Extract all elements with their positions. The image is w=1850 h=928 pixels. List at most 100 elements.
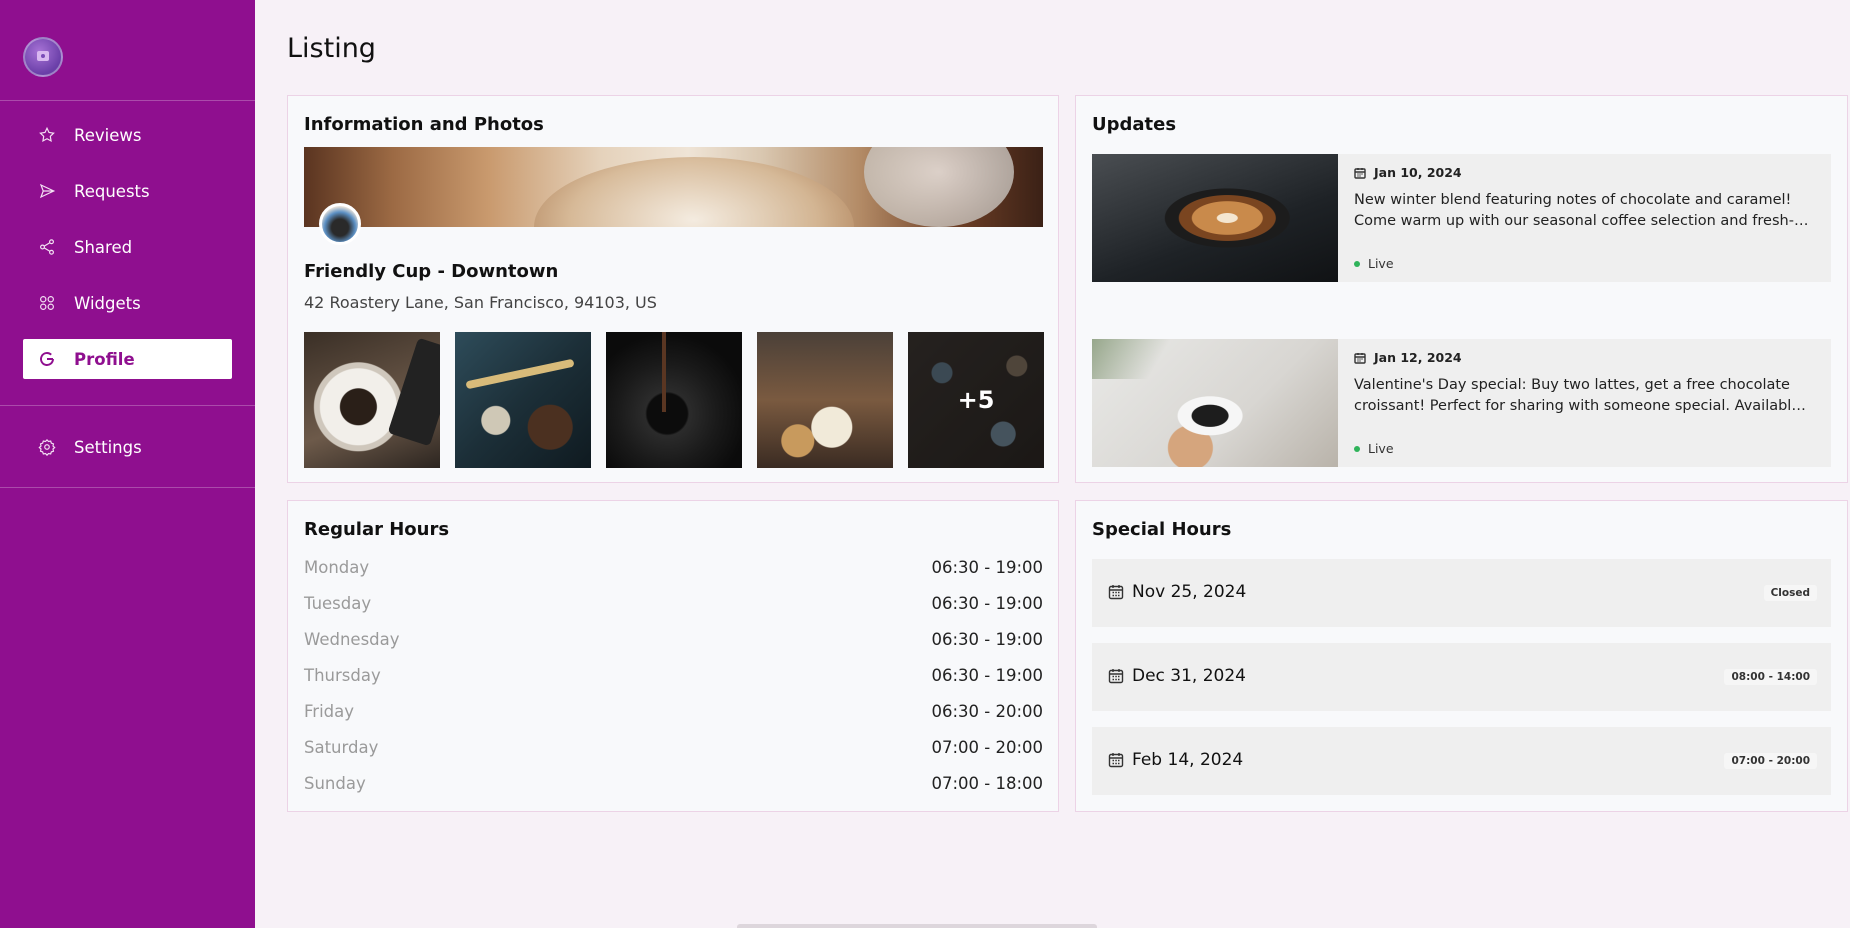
main-content: Listing Information and Photos Friendly … (255, 0, 1850, 928)
day-label: Monday (304, 558, 370, 577)
time-range: 06:30 - 19:00 (931, 594, 1043, 613)
hours-badge: 07:00 - 20:00 (1724, 753, 1817, 769)
update-date-text: Jan 10, 2024 (1374, 165, 1462, 180)
photo-thumbnail[interactable] (606, 332, 742, 468)
status-badge: Live (1354, 256, 1394, 271)
update-date-text: Jan 12, 2024 (1374, 350, 1462, 365)
update-date: Jan 12, 2024 (1354, 350, 1462, 365)
hours-row: Tuesday 06:30 - 19:00 (304, 594, 1043, 630)
update-date: Jan 10, 2024 (1354, 165, 1462, 180)
status-label: Live (1368, 441, 1394, 456)
sidebar-item-label: Settings (74, 437, 142, 457)
hours-badge: 08:00 - 14:00 (1724, 669, 1817, 685)
hours-row: Saturday 07:00 - 20:00 (304, 738, 1043, 774)
sidebar-item-reviews[interactable]: Reviews (23, 115, 232, 155)
calendar-icon (1108, 669, 1124, 684)
special-date: Dec 31, 2024 (1108, 666, 1246, 686)
sidebar-item-label: Reviews (74, 125, 142, 145)
business-name: Friendly Cup - Downtown (304, 261, 559, 282)
cover-photo[interactable] (304, 147, 1043, 227)
star-icon (37, 125, 57, 145)
hours-row: Monday 06:30 - 19:00 (304, 558, 1043, 594)
updates-card: Updates Jan 10, 2024 New winter blend fe… (1075, 95, 1848, 483)
logo-area (0, 0, 255, 101)
status-label: Live (1368, 256, 1394, 271)
photo-thumbnail[interactable] (455, 332, 591, 468)
time-range: 06:30 - 20:00 (931, 702, 1043, 721)
widgets-icon (37, 293, 57, 313)
update-text: Valentine's Day special: Buy two lattes,… (1354, 377, 1801, 414)
time-range: 07:00 - 18:00 (931, 774, 1043, 793)
sidebar-item-label: Requests (74, 181, 150, 201)
hours-row: Thursday 06:30 - 19:00 (304, 666, 1043, 702)
status-badge: Live (1354, 441, 1394, 456)
app-logo[interactable] (23, 37, 63, 77)
status-badge: Closed (1763, 585, 1817, 601)
day-label: Thursday (304, 666, 381, 685)
send-icon (37, 181, 57, 201)
sidebar-nav-secondary: Settings (0, 406, 255, 488)
sidebar: Reviews Requests Shared Widgets Profile … (0, 0, 255, 928)
photo-thumbnail[interactable] (757, 332, 893, 468)
gear-icon (37, 437, 57, 457)
status-dot (1354, 260, 1360, 267)
card-title: Information and Photos (304, 114, 544, 135)
sidebar-item-requests[interactable]: Requests (23, 171, 232, 211)
special-date: Nov 25, 2024 (1108, 582, 1246, 602)
update-image (1092, 154, 1338, 282)
page-title: Listing (287, 33, 376, 64)
update-image (1092, 339, 1338, 467)
time-range: 07:00 - 20:00 (931, 738, 1043, 757)
special-hours-item[interactable]: Dec 31, 2024 08:00 - 14:00 (1092, 643, 1831, 711)
calendar-icon (1108, 753, 1124, 768)
hours-row: Sunday 07:00 - 18:00 (304, 774, 1043, 810)
update-text: New winter blend featuring notes of choc… (1354, 192, 1794, 229)
special-date: Feb 14, 2024 (1108, 750, 1243, 770)
sidebar-nav: Reviews Requests Shared Widgets Profile (0, 101, 255, 406)
sidebar-item-settings[interactable]: Settings (23, 427, 232, 467)
time-range: 06:30 - 19:00 (931, 630, 1043, 649)
time-range: 06:30 - 19:00 (931, 558, 1043, 577)
calendar-icon (1354, 167, 1366, 179)
sidebar-item-label: Widgets (74, 293, 141, 313)
bottom-scroll-handle[interactable] (737, 924, 1097, 928)
google-icon (37, 349, 57, 369)
update-item[interactable]: Jan 10, 2024 New winter blend featuring … (1092, 154, 1831, 282)
special-date-text: Dec 31, 2024 (1132, 666, 1247, 686)
special-date-text: Feb 14, 2024 (1132, 750, 1244, 770)
info-photos-card: Information and Photos Friendly Cup - Do… (287, 95, 1059, 483)
time-range: 06:30 - 19:00 (931, 666, 1043, 685)
regular-hours-card: Regular Hours Monday 06:30 - 19:00 Tuesda… (287, 500, 1059, 812)
day-label: Friday (304, 702, 355, 721)
hours-row: Wednesday 06:30 - 19:00 (304, 630, 1043, 666)
calendar-icon (1354, 352, 1366, 364)
card-title: Special Hours (1092, 519, 1232, 540)
sidebar-item-label: Profile (74, 349, 135, 369)
special-date-text: Nov 25, 2024 (1132, 582, 1247, 602)
photo-thumbnail[interactable] (304, 332, 440, 468)
sidebar-item-profile[interactable]: Profile (23, 339, 232, 379)
more-photos-thumbnail[interactable]: +5 (908, 332, 1044, 468)
day-label: Sunday (304, 774, 366, 793)
special-hours-card: Special Hours Nov 25, 2024 Closed Dec 31… (1075, 500, 1848, 812)
card-title: Regular Hours (304, 519, 450, 540)
hours-row: Friday 06:30 - 20:00 (304, 702, 1043, 738)
sidebar-item-shared[interactable]: Shared (23, 227, 232, 267)
sidebar-item-label: Shared (74, 237, 133, 257)
hours-list: Monday 06:30 - 19:00 Tuesday 06:30 - 19:00… (304, 558, 1043, 810)
card-title: Updates (1092, 114, 1177, 135)
day-label: Saturday (304, 738, 379, 757)
day-label: Tuesday (304, 594, 372, 613)
status-dot (1354, 445, 1360, 452)
share-icon (37, 237, 57, 257)
business-address: 42 Roastery Lane, San Francisco, 94103, … (304, 293, 657, 312)
special-hours-item[interactable]: Nov 25, 2024 Closed (1092, 559, 1831, 627)
day-label: Wednesday (304, 630, 400, 649)
sidebar-item-widgets[interactable]: Widgets (23, 283, 232, 323)
photo-gallery: +5 (304, 332, 1044, 468)
calendar-icon (1108, 585, 1124, 600)
more-photos-count: +5 (908, 332, 1044, 468)
business-avatar[interactable] (319, 203, 361, 245)
special-hours-item[interactable]: Feb 14, 2024 07:00 - 20:00 (1092, 727, 1831, 795)
update-item[interactable]: Jan 12, 2024 Valentine's Day special: Bu… (1092, 339, 1831, 467)
